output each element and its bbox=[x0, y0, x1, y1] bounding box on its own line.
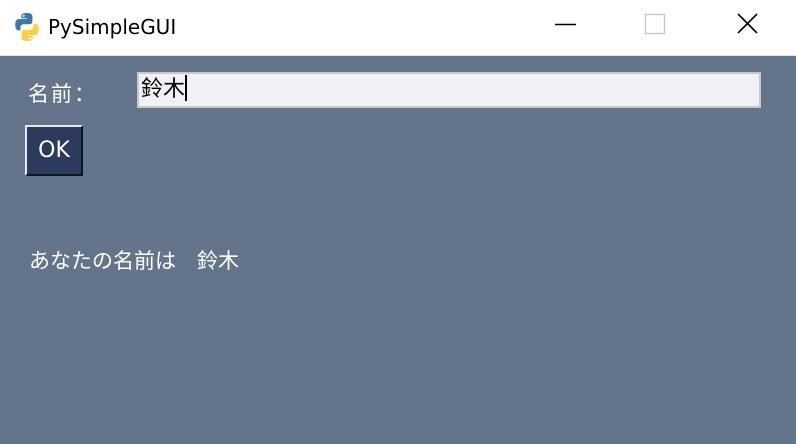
name-input-value: 鈴木 bbox=[141, 77, 186, 102]
name-label: 名前： bbox=[28, 82, 97, 106]
title-bar[interactable]: PySimpleGUI bbox=[0, 0, 796, 56]
close-button[interactable] bbox=[702, 0, 792, 48]
minimize-icon bbox=[555, 23, 576, 26]
pysimplegui-window: PySimpleGUI 名前： 鈴木 OK あなたの名前は 鈴木 bbox=[0, 0, 796, 444]
python-logo-icon bbox=[11, 11, 43, 43]
maximize-button[interactable] bbox=[610, 0, 700, 48]
name-input[interactable]: 鈴木 bbox=[137, 72, 761, 108]
result-text: あなたの名前は 鈴木 bbox=[29, 249, 239, 273]
client-area: 名前： 鈴木 OK あなたの名前は 鈴木 bbox=[0, 56, 796, 444]
text-caret bbox=[185, 75, 188, 101]
ok-button[interactable]: OK bbox=[25, 125, 83, 176]
minimize-button[interactable] bbox=[520, 0, 610, 48]
window-title: PySimpleGUI bbox=[48, 15, 177, 39]
maximize-icon bbox=[644, 13, 666, 35]
close-icon bbox=[737, 13, 758, 34]
